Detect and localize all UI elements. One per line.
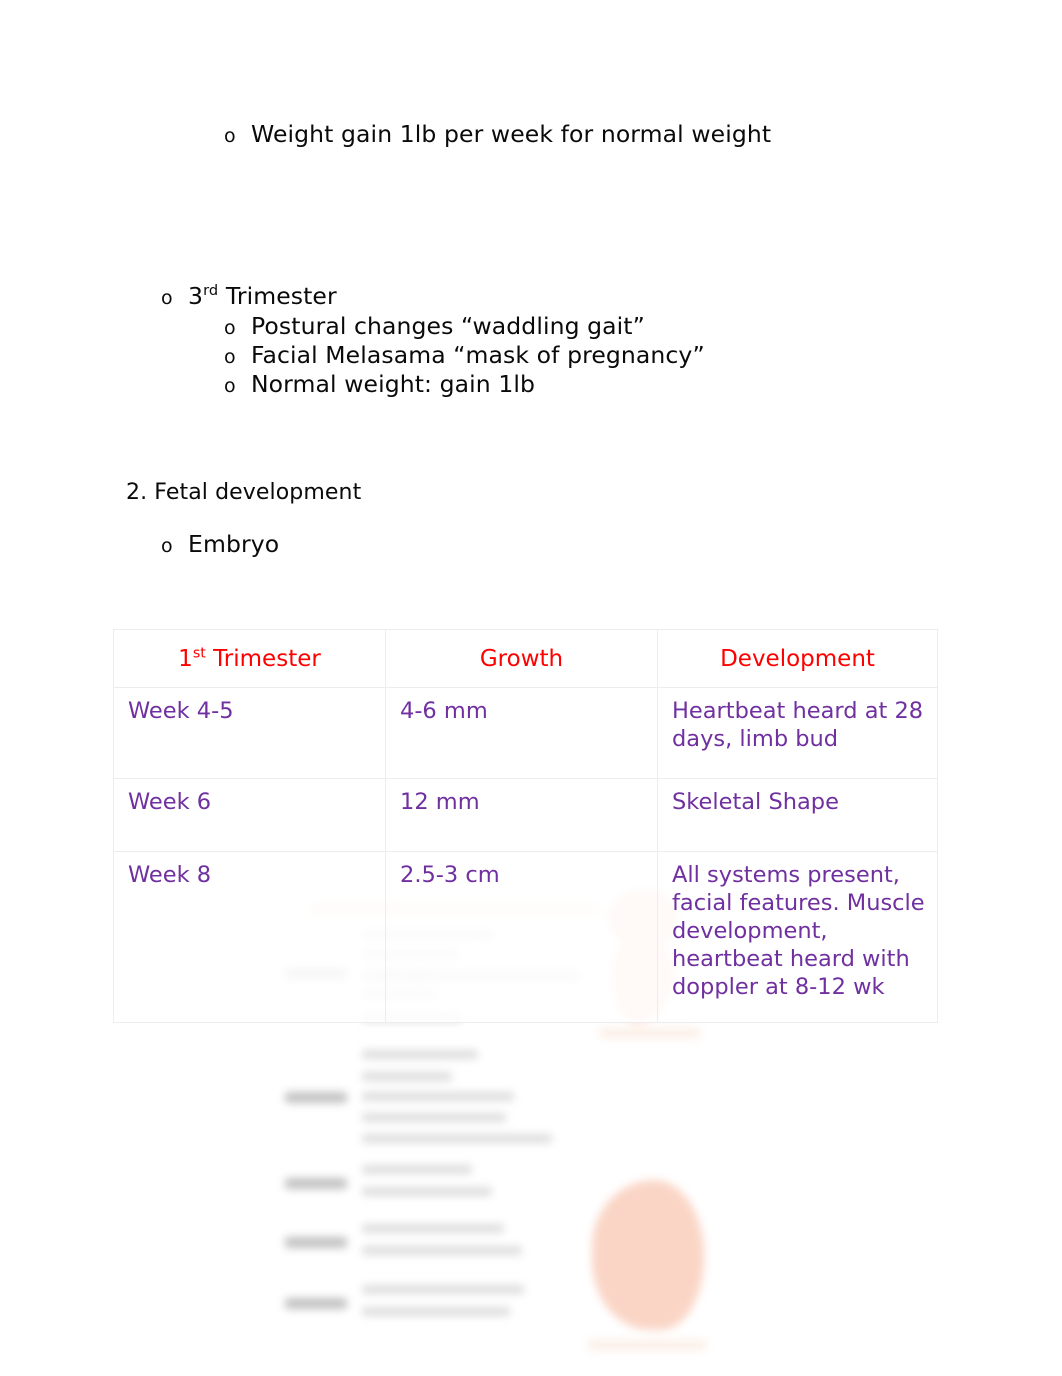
bullet-embryo: o Embryo bbox=[161, 530, 279, 559]
cell-growth: 2.5-3 cm bbox=[385, 851, 658, 1023]
bullet-marker-icon: o bbox=[224, 125, 236, 147]
bullet-facial-melasama: o Facial Melasama “mask of pregnancy” bbox=[224, 341, 705, 370]
table-header-development: Development bbox=[657, 629, 938, 688]
cell-development: Skeletal Shape bbox=[657, 778, 938, 852]
table-header-trimester: 1st Trimester bbox=[113, 629, 386, 688]
bullet-weight-gain-label: Weight gain 1lb per week for normal weig… bbox=[251, 120, 772, 148]
bullet-postural-changes-label: Postural changes “waddling gait” bbox=[251, 312, 645, 340]
table-row: Week 4-5 4-6 mm Heartbeat heard at 28 da… bbox=[113, 687, 938, 779]
cell-growth: 4-6 mm bbox=[385, 687, 658, 779]
bullet-marker-icon: o bbox=[161, 287, 173, 309]
cell-growth: 12 mm bbox=[385, 778, 658, 852]
bullet-normal-weight-label: Normal weight: gain 1lb bbox=[251, 370, 536, 398]
bullet-marker-icon: o bbox=[161, 535, 173, 557]
cell-week: Week 8 bbox=[113, 851, 386, 1023]
cell-development: All systems present, facial features. Mu… bbox=[657, 851, 938, 1023]
bullet-marker-icon: o bbox=[224, 346, 236, 368]
bullet-marker-icon: o bbox=[224, 375, 236, 397]
table-row: Week 6 12 mm Skeletal Shape bbox=[113, 778, 938, 852]
ordinal-superscript: st bbox=[192, 644, 206, 661]
bullet-third-trimester-label: 3rd Trimester bbox=[188, 282, 337, 310]
table-header-growth: Growth bbox=[385, 629, 658, 688]
bullet-facial-melasama-label: Facial Melasama “mask of pregnancy” bbox=[251, 341, 705, 369]
table-header-row: 1st Trimester Growth Development bbox=[113, 629, 938, 688]
section-heading-fetal-development: 2. Fetal development bbox=[126, 480, 362, 505]
bullet-third-trimester: o 3rd Trimester bbox=[161, 282, 337, 311]
bullet-marker-icon: o bbox=[224, 317, 236, 339]
cell-week: Week 6 bbox=[113, 778, 386, 852]
bullet-embryo-label: Embryo bbox=[188, 530, 280, 558]
first-trimester-table: 1st Trimester Growth Development Week 4-… bbox=[113, 629, 938, 1023]
ordinal-superscript: rd bbox=[203, 282, 219, 300]
table-row: Week 8 2.5-3 cm All systems present, fac… bbox=[113, 851, 938, 1023]
document-page: o Weight gain 1lb per week for normal we… bbox=[0, 0, 1062, 1376]
bullet-postural-changes: o Postural changes “waddling gait” bbox=[224, 312, 645, 341]
cell-week: Week 4-5 bbox=[113, 687, 386, 779]
bullet-normal-weight: o Normal weight: gain 1lb bbox=[224, 370, 535, 399]
cell-development: Heartbeat heard at 28 days, limb bud bbox=[657, 687, 938, 779]
bullet-weight-gain: o Weight gain 1lb per week for normal we… bbox=[224, 120, 771, 149]
